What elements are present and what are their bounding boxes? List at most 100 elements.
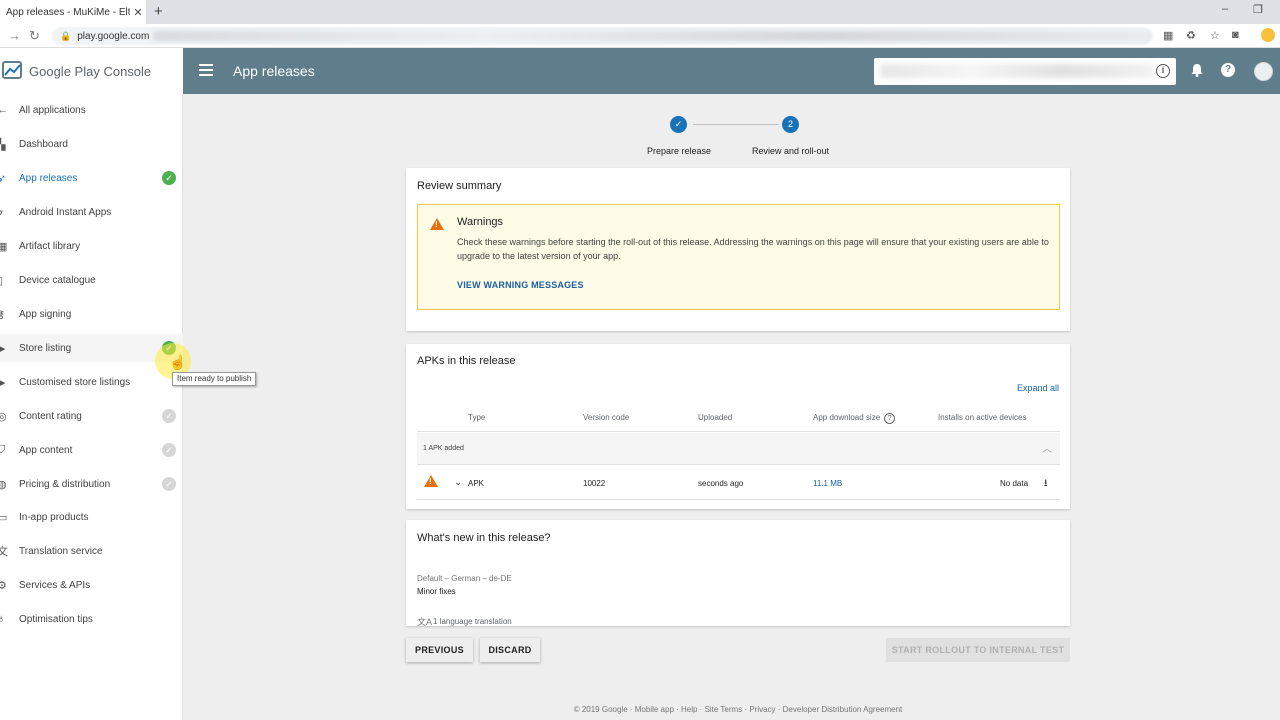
extension-icon[interactable]: ▦ — [1163, 29, 1173, 42]
sidebar-item-label: Pricing & distribution — [19, 478, 111, 490]
step-label-prepare[interactable]: Prepare release — [647, 146, 711, 156]
translate-icon: 文 — [0, 546, 8, 558]
sidebar-item-device-catalogue[interactable]: ▯ Device catalogue — [0, 266, 183, 294]
camera-icon[interactable]: ◙ — [1232, 29, 1239, 41]
help-icon[interactable]: ? — [884, 413, 896, 424]
device-icon: ▯ — [0, 274, 4, 287]
sidebar-item-customised-store-listings[interactable]: ▶ Customised store listings — [0, 368, 183, 396]
card-title: Review summary — [417, 180, 502, 192]
sidebar-item-label: Services & APIs — [19, 579, 91, 591]
table-header: Type Version code Uploaded App download … — [417, 402, 1060, 432]
expand-all-link[interactable]: Expand all — [1017, 383, 1059, 393]
warning-heading: Warnings — [457, 216, 504, 228]
key-icon: ⚷ — [0, 308, 6, 321]
reload-icon[interactable]: ↻ — [29, 28, 40, 44]
column-header: Version code — [583, 413, 630, 422]
info-icon[interactable]: i — [1156, 64, 1170, 78]
check-icon: ✓ — [162, 171, 176, 185]
close-icon[interactable]: ✕ — [130, 6, 146, 19]
browser-toolbar: → ↻ 🔒 play.google.com ▦ ♻ ☆ ◙ — [0, 24, 1280, 48]
sidebar-item-label: Customised store listings — [19, 376, 131, 388]
cell-size[interactable]: 11.1 MB — [813, 479, 842, 488]
sidebar-item-pricing-distribution[interactable]: ◍ Pricing & distribution ✓ — [0, 470, 183, 498]
sidebar-item-label: Android Instant Apps — [19, 206, 112, 218]
address-bar[interactable]: 🔒 play.google.com — [52, 27, 1152, 45]
warning-icon: ! — [430, 218, 444, 230]
step-number[interactable]: 2 — [782, 116, 799, 133]
sidebar-item-app-content[interactable]: ⛉ App content ✓ — [0, 436, 183, 464]
restore-icon[interactable]: ❐ — [1253, 3, 1263, 16]
release-notes-text: Minor fixes — [417, 587, 456, 596]
account-avatar[interactable] — [1254, 62, 1273, 81]
forward-icon[interactable]: → — [8, 28, 21, 43]
chevron-up-icon[interactable]: ︿ — [1042, 440, 1052, 455]
library-icon: ▦ — [0, 240, 8, 253]
start-rollout-button[interactable]: START ROLLOUT TO INTERNAL TEST — [886, 638, 1070, 662]
sidebar-item-services-apis[interactable]: ⚙ Services & APIs — [0, 571, 183, 599]
sidebar-item-app-releases[interactable]: ➶ App releases ✓ — [0, 164, 183, 192]
sidebar-item-label: Device catalogue — [19, 274, 96, 286]
sidebar-item-translation-service[interactable]: 文 Translation service — [0, 537, 183, 565]
sidebar-item-instant-apps[interactable]: ϟ Android Instant Apps — [0, 198, 183, 226]
back-arrow-icon: ← — [0, 104, 8, 116]
brand-google: Google Play — [29, 63, 100, 79]
discard-button[interactable]: DISCARD — [480, 638, 540, 662]
sidebar-item-artifact-library[interactable]: ▦ Artifact library — [0, 232, 183, 260]
whats-new-card: What's new in this release? Default – Ge… — [406, 520, 1070, 627]
new-tab-button[interactable]: + — [154, 3, 163, 20]
cell-version-code: 10022 — [583, 479, 606, 488]
recycle-icon[interactable]: ♻ — [1186, 29, 1196, 42]
apk-group-row[interactable]: 1 APK added ︿ — [417, 433, 1060, 465]
brand-area[interactable]: Google Play Console — [0, 48, 183, 94]
bell-icon[interactable] — [1191, 63, 1203, 80]
app-header: App releases i ? — [183, 48, 1280, 94]
url-text: play.google.com — [77, 30, 150, 42]
card-title: APKs in this release — [417, 355, 516, 367]
group-label: 1 APK added — [423, 445, 464, 452]
table-row[interactable]: ! ⌄ APK 10022 seconds ago 11.1 MB No dat… — [417, 466, 1060, 500]
menu-icon[interactable] — [199, 64, 213, 79]
warning-banner: ! Warnings Check these warnings before s… — [417, 204, 1060, 310]
rating-icon: ◎ — [0, 410, 7, 423]
card-title: What's new in this release? — [417, 532, 551, 544]
sidebar-item-label: Optimisation tips — [19, 613, 93, 625]
check-icon[interactable]: ✓ — [670, 116, 687, 133]
download-icon[interactable]: ⭳ — [1044, 476, 1048, 493]
translation-count[interactable]: 1 language translation — [433, 617, 512, 626]
check-icon: ✓ — [162, 443, 176, 457]
minimize-icon[interactable]: – — [1222, 3, 1228, 15]
sidebar-item-label: Translation service — [19, 545, 103, 557]
sidebar-item-label: In-app products — [19, 511, 89, 523]
sidebar-item-optimisation-tips[interactable]: ♁ Optimisation tips — [0, 605, 183, 633]
blurred-url — [153, 31, 1152, 41]
page-title: App releases — [233, 63, 315, 79]
sidebar-item-label: All applications — [19, 104, 86, 116]
column-header: Type — [468, 413, 486, 422]
column-header-size: App download size? — [813, 413, 896, 424]
profile-avatar[interactable] — [1261, 28, 1275, 42]
view-warning-messages-link[interactable]: VIEW WARNING MESSAGES — [457, 280, 584, 290]
api-icon: ⚙ — [0, 579, 7, 592]
column-header: Uploaded — [698, 413, 733, 422]
rocket-icon: ➶ — [0, 172, 7, 185]
help-icon[interactable]: ? — [1221, 63, 1235, 77]
bookmark-icon[interactable]: ☆ — [1210, 29, 1220, 42]
cell-uploaded: seconds ago — [698, 479, 744, 488]
browser-tabstrip: App releases - MuKiMe - Eltern ✕ + – ❐ — [0, 0, 1280, 24]
sidebar-item-app-signing[interactable]: ⚷ App signing — [0, 300, 183, 328]
search-input[interactable]: i — [874, 58, 1176, 85]
previous-button[interactable]: PREVIOUS — [406, 638, 473, 662]
sidebar-item-label: Dashboard — [19, 138, 68, 150]
lightning-icon: ϟ — [0, 206, 15, 218]
warning-text: Check these warnings before starting the… — [457, 237, 1049, 261]
sidebar-item-all-applications[interactable]: ← All applications — [0, 96, 183, 124]
browser-tab[interactable]: App releases - MuKiMe - Eltern ✕ — [0, 0, 146, 24]
check-icon: ✓ — [162, 477, 176, 491]
chevron-down-icon[interactable]: ⌄ — [454, 477, 462, 488]
stepper-connector — [693, 124, 779, 125]
sidebar-item-in-app-products[interactable]: ▭ In-app products — [0, 503, 183, 531]
sidebar-item-dashboard[interactable]: ▚ Dashboard — [0, 130, 183, 158]
sidebar-item-content-rating[interactable]: ◎ Content rating ✓ — [0, 402, 183, 430]
play-console-logo-icon — [2, 61, 22, 79]
step-label-review[interactable]: Review and roll-out — [752, 146, 829, 156]
